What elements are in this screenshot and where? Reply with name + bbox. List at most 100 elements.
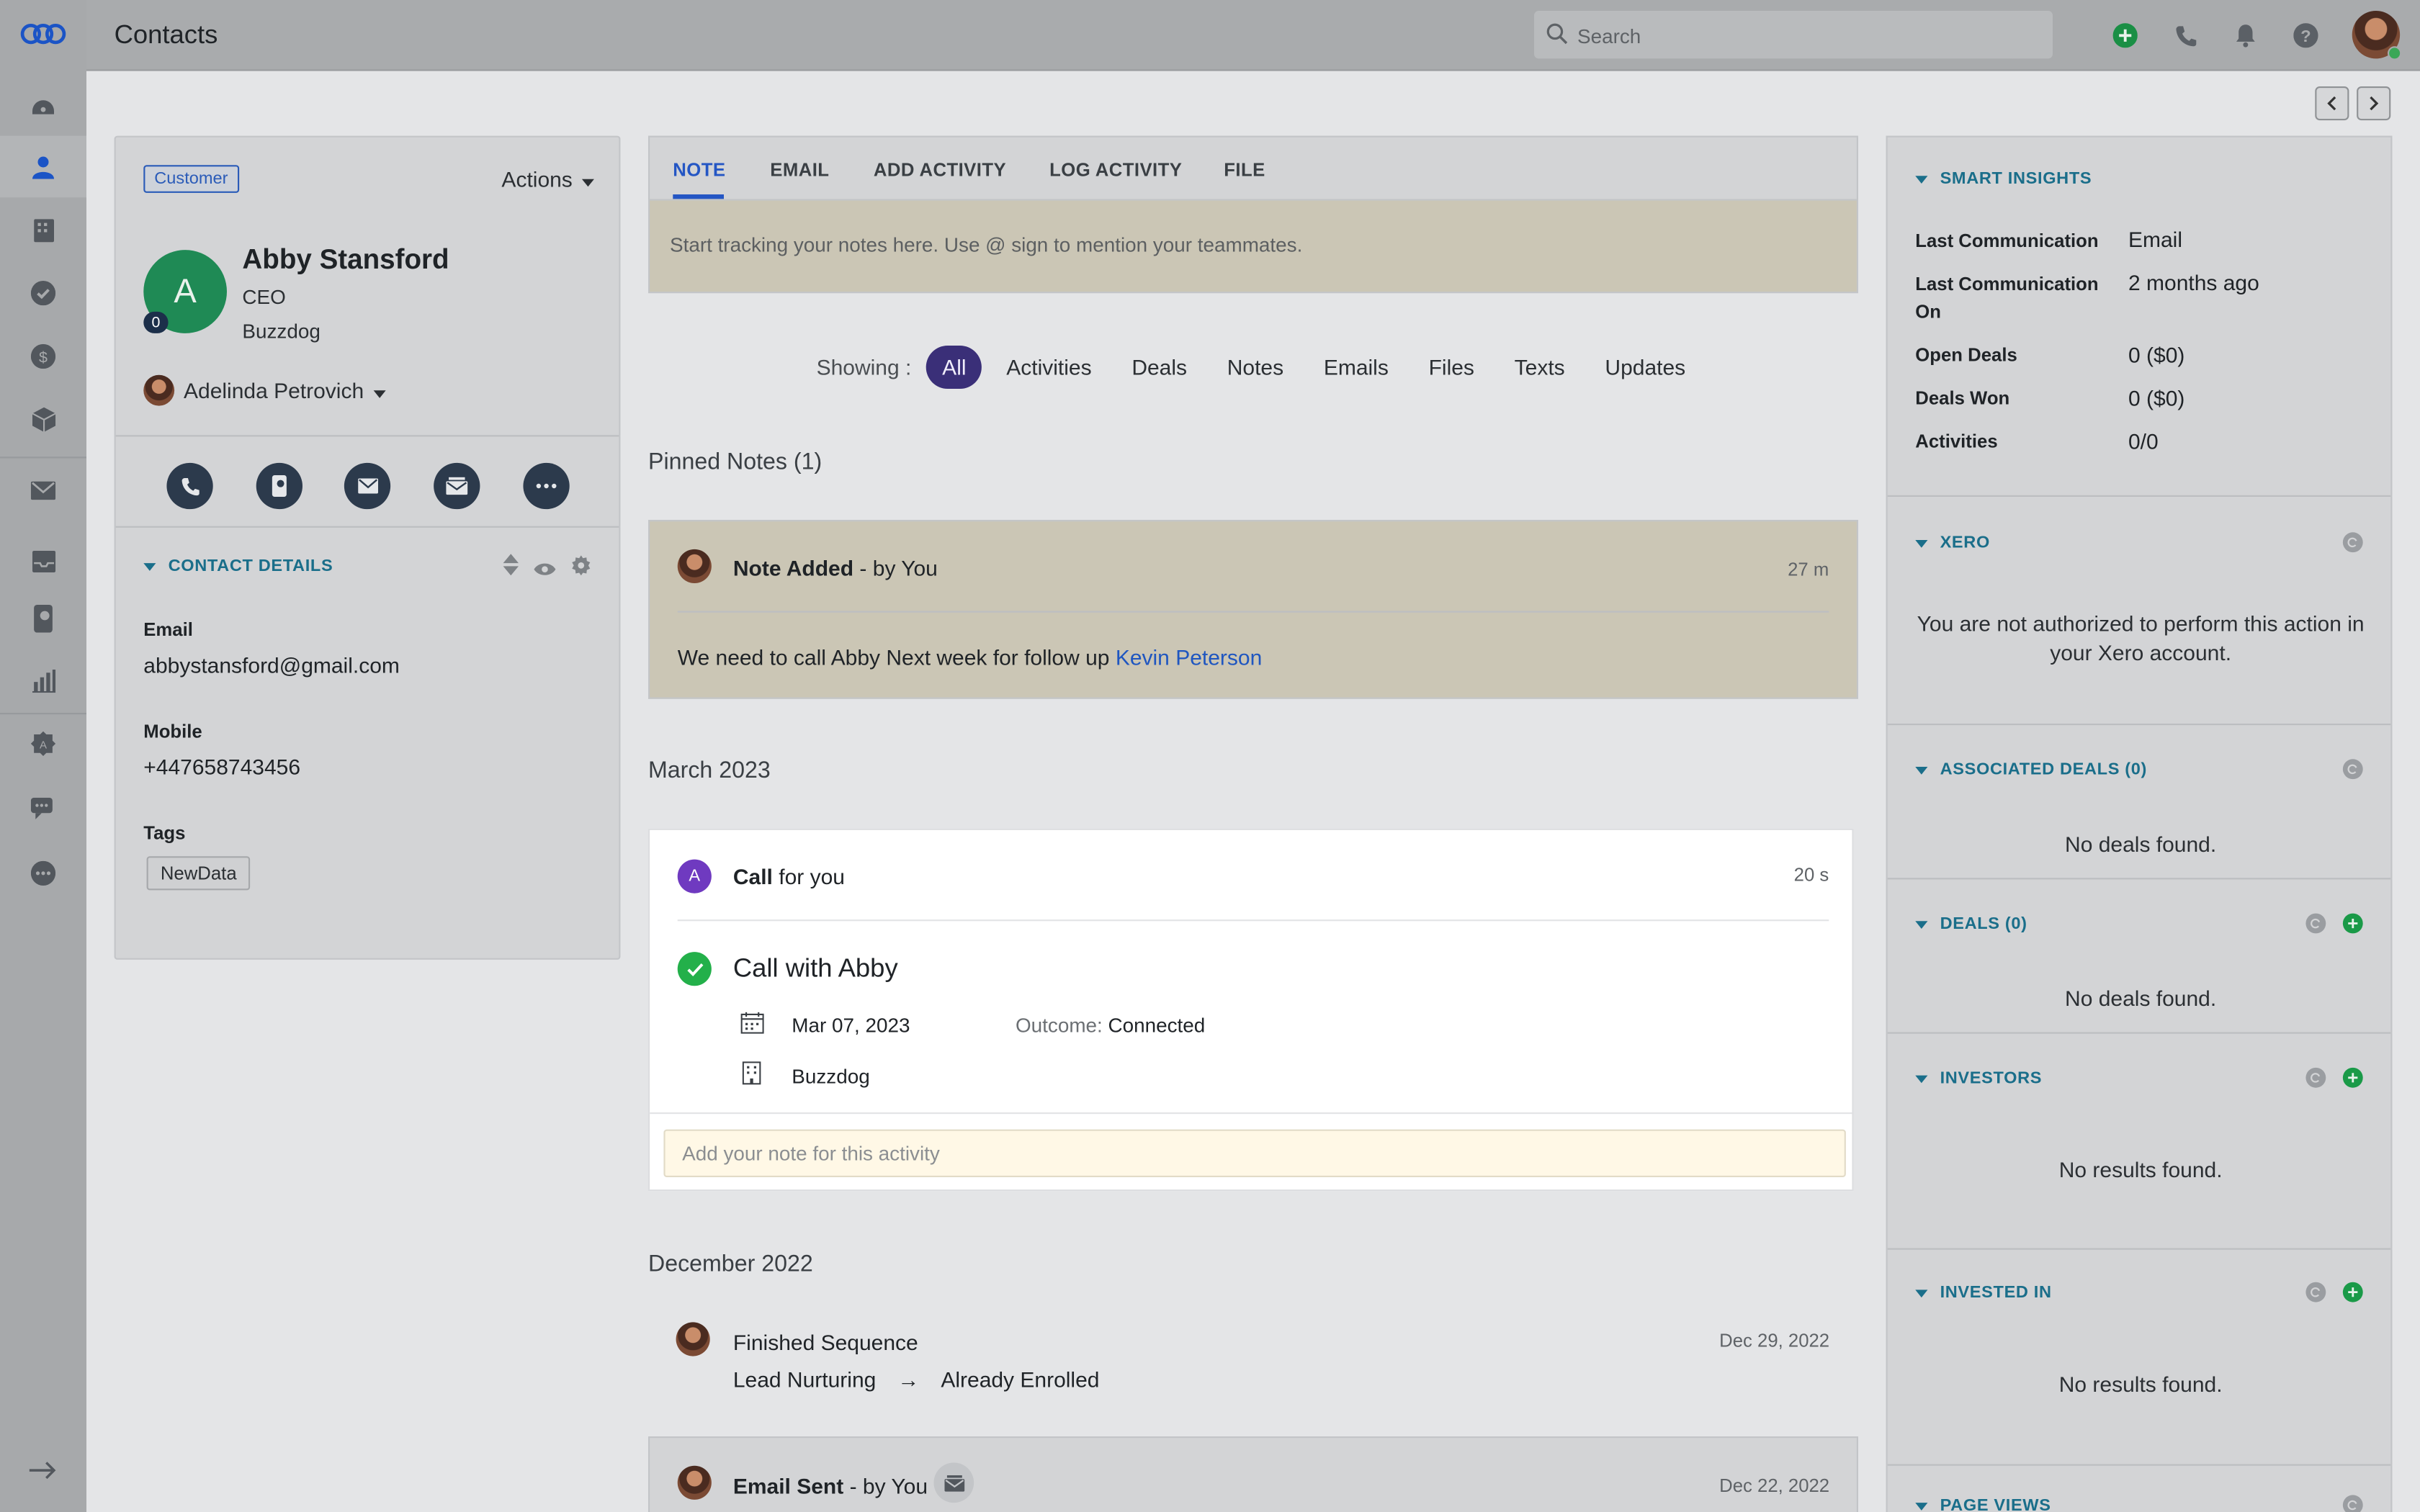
- investors-header[interactable]: INVESTORS: [1915, 1069, 2042, 1088]
- filter-emails[interactable]: Emails: [1324, 355, 1389, 379]
- sequence-author-avatar: [676, 1322, 710, 1356]
- email-icon[interactable]: [28, 475, 59, 506]
- owner-name: Adelinda Petrovich: [183, 378, 364, 403]
- investors-empty: No results found.: [2058, 1157, 2223, 1182]
- customer-badge: Customer: [143, 165, 239, 193]
- actions-dropdown[interactable]: Actions: [501, 166, 594, 192]
- mobile-value[interactable]: +447658743456: [143, 755, 300, 779]
- automation-icon[interactable]: A: [28, 728, 59, 759]
- add-icon[interactable]: [2111, 22, 2139, 50]
- owner-dropdown[interactable]: Adelinda Petrovich: [143, 374, 386, 406]
- search-input[interactable]: [1577, 19, 2025, 51]
- invested-in-header[interactable]: INVESTED IN: [1915, 1284, 2051, 1302]
- smart-insights-header[interactable]: SMART INSIGHTS: [1915, 169, 2092, 189]
- note-time: 27 m: [1788, 558, 1829, 580]
- user-avatar[interactable]: [2352, 11, 2402, 60]
- visibility-eye-icon[interactable]: [534, 557, 556, 585]
- composer-placeholder: Start tracking your notes here. Use @ si…: [670, 233, 1303, 256]
- settings-gear-icon[interactable]: [571, 555, 591, 583]
- phone-icon[interactable]: [2172, 22, 2200, 50]
- tab-add-activity[interactable]: ADD ACTIVITY: [874, 159, 1006, 181]
- call-subject[interactable]: Call with Abby: [733, 953, 898, 984]
- xero-header[interactable]: XERO: [1915, 534, 1990, 552]
- call-outcome: Outcome: Connected: [1016, 1014, 1205, 1037]
- add-deal-icon[interactable]: [2342, 913, 2363, 934]
- campaign-email-button[interactable]: [434, 462, 480, 510]
- contact-avatar[interactable]: A 0: [143, 250, 227, 333]
- accounts-icon[interactable]: [28, 215, 59, 246]
- associated-deals-title: ASSOCIATED DEALS (0): [1940, 760, 2148, 780]
- tab-note[interactable]: NOTE: [673, 159, 725, 181]
- sequence-title-text: Finished Sequence: [732, 1330, 918, 1355]
- deals-icon[interactable]: $: [28, 341, 59, 372]
- collapse-triangle-icon: [143, 562, 156, 570]
- filter-notes[interactable]: Notes: [1227, 355, 1283, 379]
- activity-note-input[interactable]: [663, 1129, 1846, 1177]
- note-composer[interactable]: Start tracking your notes here. Use @ si…: [648, 199, 1858, 294]
- filter-activities[interactable]: Activities: [1006, 355, 1091, 379]
- more-actions-button[interactable]: [523, 462, 570, 510]
- author-avatar: [677, 549, 712, 583]
- refresh-icon[interactable]: [2342, 1495, 2363, 1512]
- page-title: Contacts: [114, 19, 218, 50]
- tab-file[interactable]: FILE: [1224, 159, 1265, 181]
- email-title: Email Sent - by You: [733, 1473, 928, 1498]
- phone-log-icon[interactable]: [28, 603, 59, 634]
- chat-icon[interactable]: [28, 793, 59, 824]
- call-button[interactable]: [166, 462, 213, 510]
- filter-all[interactable]: All: [926, 346, 982, 389]
- insight-value: 2 months ago: [2128, 270, 2259, 295]
- sms-button[interactable]: [256, 462, 302, 510]
- filter-texts[interactable]: Texts: [1515, 355, 1565, 379]
- filter-updates[interactable]: Updates: [1605, 355, 1685, 379]
- collapse-triangle-icon: [1915, 1502, 1928, 1510]
- sort-icon[interactable]: [503, 554, 519, 583]
- email-value[interactable]: abbystansford@gmail.com: [143, 652, 400, 677]
- refresh-icon[interactable]: [2342, 532, 2363, 553]
- tag-chip[interactable]: NewData: [146, 856, 251, 891]
- caret-down-icon: [581, 166, 594, 191]
- products-icon[interactable]: [28, 404, 59, 435]
- insight-label: Last Communication On: [1915, 273, 2099, 323]
- filter-deals[interactable]: Deals: [1131, 355, 1187, 379]
- deals-header[interactable]: DEALS (0): [1915, 915, 2027, 933]
- notifications-bell-icon[interactable]: [2232, 22, 2260, 50]
- contact-role: CEO: [242, 285, 286, 309]
- refresh-icon[interactable]: [2305, 1067, 2326, 1088]
- more-apps-icon[interactable]: [28, 858, 59, 888]
- call-company[interactable]: Buzzdog: [792, 1065, 869, 1088]
- refresh-icon[interactable]: [2305, 1282, 2326, 1302]
- reports-icon[interactable]: [28, 665, 59, 696]
- page-views-header[interactable]: PAGE VIEWS: [1915, 1497, 2051, 1512]
- smart-insights-title: SMART INSIGHTS: [1940, 169, 2092, 189]
- refresh-icon[interactable]: [2305, 913, 2326, 934]
- pinned-notes-heading: Pinned Notes (1): [648, 449, 823, 475]
- add-invested-in-icon[interactable]: [2342, 1282, 2363, 1302]
- tab-email[interactable]: EMAIL: [770, 159, 829, 181]
- inbox-icon[interactable]: [28, 546, 59, 577]
- contact-details-header[interactable]: CONTACT DETAILS: [143, 557, 333, 575]
- tab-log-activity[interactable]: LOG ACTIVITY: [1049, 159, 1182, 181]
- app-logo-icon[interactable]: [19, 19, 68, 50]
- call-title-strong: Call: [732, 864, 773, 889]
- email-sent-card: Email Sent - by You Dec 22, 2022: [648, 1436, 1858, 1512]
- call-time: 20 s: [1793, 864, 1829, 886]
- help-icon[interactable]: ?: [2292, 22, 2320, 50]
- contacts-icon[interactable]: [28, 151, 59, 182]
- expand-sidebar-icon[interactable]: [28, 1455, 59, 1486]
- tasks-icon[interactable]: [28, 278, 59, 309]
- previous-record-button[interactable]: [2315, 86, 2349, 121]
- contact-card: Customer Actions A 0 Abby Stansford CEO …: [114, 135, 621, 960]
- associated-deals-header[interactable]: ASSOCIATED DEALS (0): [1915, 760, 2147, 779]
- dashboard-icon[interactable]: [28, 89, 59, 120]
- add-investor-icon[interactable]: [2342, 1067, 2363, 1088]
- mention-link[interactable]: Kevin Peterson: [1116, 645, 1262, 670]
- completed-check-icon[interactable]: [677, 952, 712, 986]
- filter-files[interactable]: Files: [1429, 355, 1474, 379]
- xero-message: You are not authorized to perform this a…: [1917, 611, 2365, 665]
- next-record-button[interactable]: [2357, 86, 2391, 121]
- contact-company[interactable]: Buzzdog: [242, 320, 320, 343]
- refresh-icon[interactable]: [2342, 759, 2363, 780]
- search-box[interactable]: [1534, 11, 2053, 59]
- email-button[interactable]: [344, 462, 391, 510]
